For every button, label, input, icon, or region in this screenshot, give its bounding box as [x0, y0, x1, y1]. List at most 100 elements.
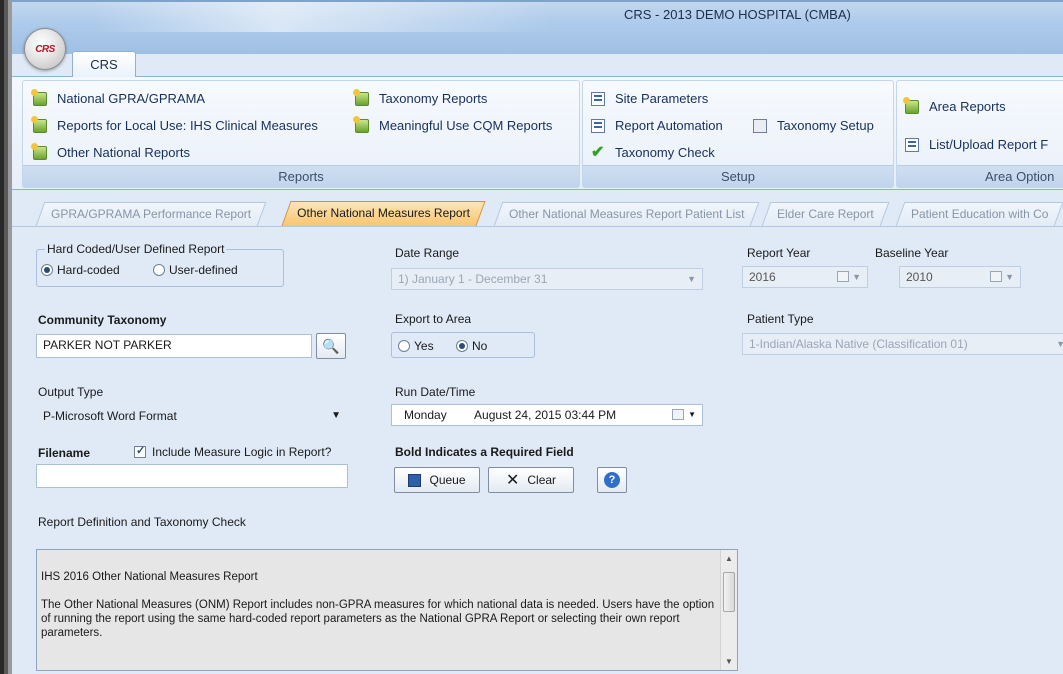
ribbon-tab-crs[interactable]: CRS: [72, 51, 136, 77]
radio-export-yes[interactable]: Yes: [398, 339, 434, 353]
report-year-label: Report Year: [747, 246, 811, 260]
filename-input[interactable]: [36, 464, 348, 488]
filename-label: Filename: [38, 446, 91, 460]
report-icon: [31, 88, 47, 106]
tab-gpra-performance[interactable]: GPRA/GPRAMA Performance Report: [35, 202, 267, 226]
search-icon: 🔍: [322, 337, 340, 354]
chevron-down-icon: ▼: [1056, 334, 1063, 354]
ribbon-item-report-automation[interactable]: Report Automation: [591, 118, 723, 133]
report-type-group: Hard Coded/User Defined Report Hard-code…: [36, 242, 284, 287]
ribbon-item-label: National GPRA/GPRAMA: [57, 91, 206, 106]
ribbon-group-label: Area Option: [897, 165, 1063, 187]
chevron-down-icon: ▼: [852, 272, 861, 282]
ribbon-group-reports: National GPRA/GPRAMA Reports for Local U…: [22, 80, 580, 188]
report-icon: [353, 88, 369, 106]
date-range-label: Date Range: [395, 246, 460, 260]
report-icon: [903, 96, 919, 114]
checkbox-box: [134, 444, 146, 458]
tab-onm-patient-list[interactable]: Other National Measures Report Patient L…: [493, 202, 760, 226]
definition-body: The Other National Measures (ONM) Report…: [41, 599, 715, 639]
report-tabs: GPRA/GPRAMA Performance Report Other Nat…: [12, 200, 1063, 226]
taxonomy-setup-icon: [753, 118, 767, 133]
checkmark-icon: ✔: [591, 143, 605, 161]
ribbon-group-label: Reports: [23, 165, 579, 187]
ribbon-item-label: Taxonomy Check: [615, 145, 715, 160]
ribbon-item-other-national[interactable]: Other National Reports: [31, 142, 190, 160]
close-icon: ✕: [505, 472, 520, 489]
date-range-select[interactable]: 1) January 1 - December 31 ▼: [391, 268, 703, 290]
calendar-icon: [837, 271, 849, 282]
radio-user-defined[interactable]: User-defined: [153, 263, 238, 277]
app-menu-button[interactable]: CRS: [24, 28, 66, 70]
title-bar: CRS - 2013 DEMO HOSPITAL (CMBA): [12, 2, 1063, 54]
ribbon-item-national-gpra[interactable]: National GPRA/GPRAMA: [31, 88, 206, 106]
radio-hard-coded[interactable]: Hard-coded: [41, 263, 120, 277]
ribbon-group-setup: Site Parameters Report Automation ✔ Taxo…: [582, 80, 894, 188]
ribbon-item-site-parameters[interactable]: Site Parameters: [591, 91, 708, 106]
radio-dot: [398, 340, 410, 352]
ribbon-item-label: Taxonomy Reports: [379, 91, 488, 106]
chevron-down-icon: ▼: [687, 274, 696, 284]
ribbon-item-local-use[interactable]: Reports for Local Use: IHS Clinical Meas…: [31, 115, 318, 133]
scroll-up-icon[interactable]: ▲: [721, 554, 737, 563]
desktop-edge: [0, 0, 12, 674]
ribbon-item-taxonomy-check[interactable]: ✔ Taxonomy Check: [591, 143, 715, 161]
baseline-year-select[interactable]: 2010 ▼: [899, 266, 1021, 288]
help-icon: ?: [604, 472, 620, 488]
ribbon-group-label: Setup: [583, 165, 893, 187]
run-datetime-label: Run Date/Time: [395, 385, 476, 399]
ribbon-item-meaningful-use[interactable]: Meaningful Use CQM Reports: [353, 115, 553, 133]
ribbon-item-label: Taxonomy Setup: [777, 118, 874, 133]
community-taxonomy-input[interactable]: PARKER NOT PARKER: [36, 334, 312, 358]
definition-scrollbar[interactable]: ▲ ▼: [720, 550, 737, 670]
patient-type-select[interactable]: 1-Indian/Alaska Native (Classification 0…: [742, 333, 1063, 355]
include-logic-checkbox[interactable]: Include Measure Logic in Report?: [134, 444, 331, 459]
window-title: CRS - 2013 DEMO HOSPITAL (CMBA): [624, 7, 851, 22]
app-logo-text: CRS: [35, 43, 55, 55]
ribbon-item-label: Area Reports: [929, 99, 1006, 114]
list-icon: [905, 137, 919, 152]
ribbon-item-list-upload[interactable]: List/Upload Report F: [905, 137, 1048, 152]
clear-button[interactable]: ✕ Clear: [488, 467, 574, 493]
ribbon-item-taxonomy-reports[interactable]: Taxonomy Reports: [353, 88, 488, 106]
definition-label: Report Definition and Taxonomy Check: [38, 515, 246, 529]
help-button[interactable]: ?: [597, 467, 627, 493]
calendar-icon: [672, 409, 684, 420]
chevron-down-icon: ▼: [331, 410, 341, 421]
scroll-thumb[interactable]: [723, 572, 735, 612]
definition-textarea[interactable]: IHS 2016 Other National Measures Report …: [36, 549, 738, 671]
ribbon-item-label: List/Upload Report F: [929, 137, 1049, 152]
scroll-down-icon[interactable]: ▼: [721, 657, 737, 666]
chevron-down-icon: ▼: [1005, 272, 1014, 282]
tab-patient-education[interactable]: Patient Education with Co: [895, 202, 1063, 226]
tab-other-national-measures[interactable]: Other National Measures Report: [281, 201, 486, 226]
baseline-year-label: Baseline Year: [875, 246, 949, 260]
queue-button[interactable]: Queue: [394, 467, 480, 493]
chevron-down-icon: ▼: [688, 410, 696, 419]
ribbon-item-label: Reports for Local Use: IHS Clinical Meas…: [57, 118, 318, 133]
save-icon: [408, 473, 422, 487]
ribbon-item-label: Other National Reports: [57, 145, 190, 160]
export-to-area-label: Export to Area: [395, 312, 472, 326]
output-type-select[interactable]: P-Microsoft Word Format ▼: [36, 405, 348, 427]
ribbon-item-label: Report Automation: [615, 118, 723, 133]
taxonomy-search-button[interactable]: 🔍: [316, 333, 346, 359]
list-icon: [591, 91, 605, 106]
ribbon-item-label: Site Parameters: [615, 91, 709, 106]
ribbon: National GPRA/GPRAMA Reports for Local U…: [12, 76, 1063, 190]
output-type-label: Output Type: [38, 385, 104, 399]
report-year-select[interactable]: 2016 ▼: [742, 266, 868, 288]
required-field-note: Bold Indicates a Required Field: [395, 445, 574, 459]
export-to-area-group: Yes No: [391, 332, 535, 358]
report-form: Hard Coded/User Defined Report Hard-code…: [12, 227, 1063, 674]
report-type-legend: Hard Coded/User Defined Report: [45, 242, 227, 256]
report-icon: [31, 142, 47, 160]
ribbon-item-taxonomy-setup[interactable]: Taxonomy Setup: [753, 118, 874, 133]
ribbon-item-area-reports[interactable]: Area Reports: [903, 96, 1006, 114]
tab-elder-care[interactable]: Elder Care Report: [761, 202, 890, 226]
report-icon: [31, 115, 47, 133]
radio-export-no[interactable]: No: [456, 339, 487, 353]
ribbon-item-label: Meaningful Use CQM Reports: [379, 118, 553, 133]
radio-dot: [41, 264, 53, 276]
run-datetime-picker[interactable]: Monday August 24, 2015 03:44 PM ▼: [391, 404, 703, 426]
